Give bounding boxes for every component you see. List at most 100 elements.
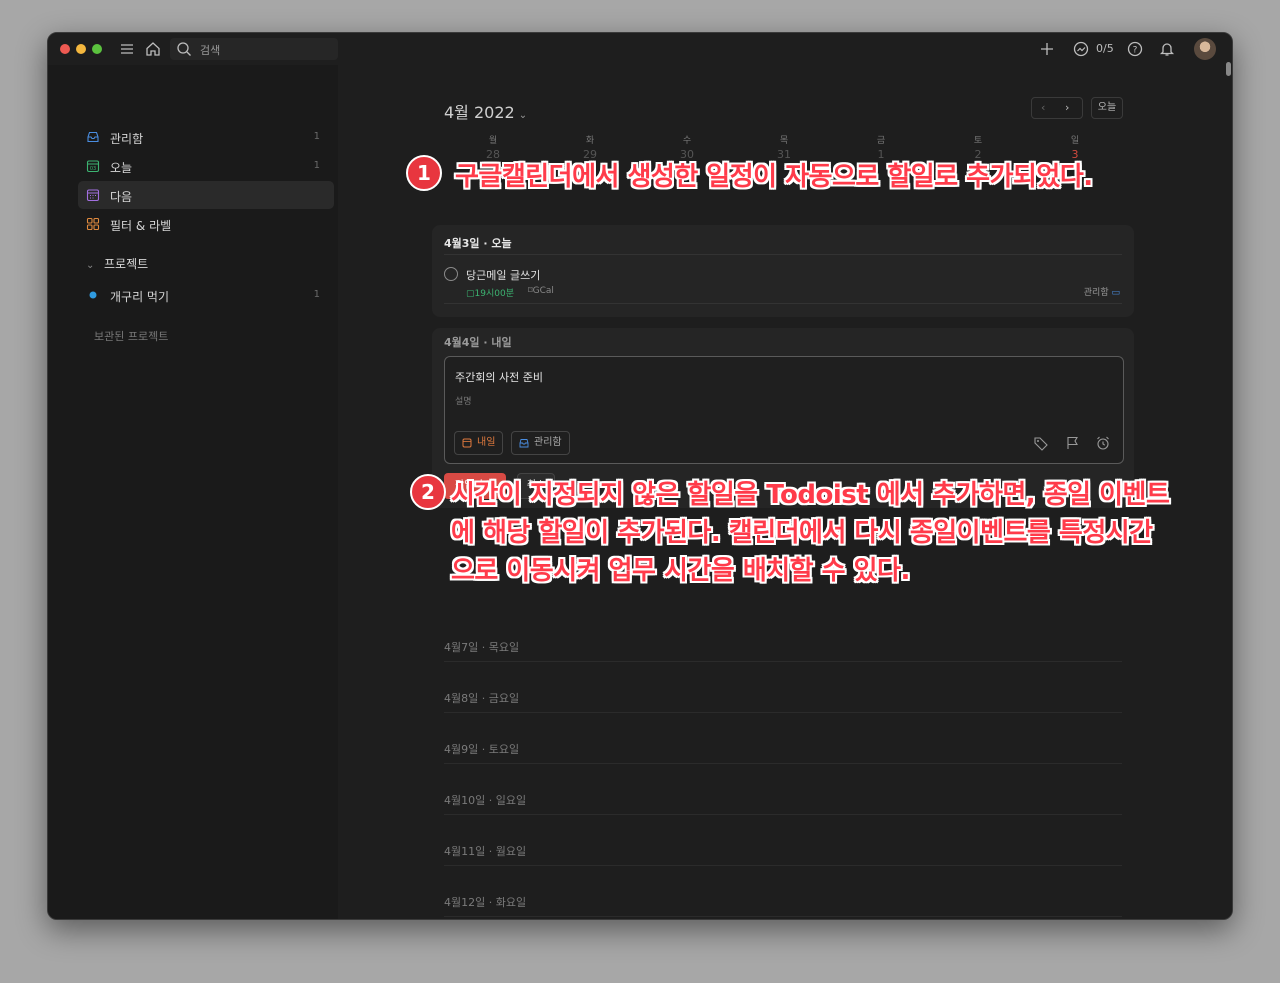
- task-project[interactable]: 관리함 ▭: [1084, 285, 1120, 298]
- task-divider: [444, 303, 1122, 304]
- inbox-icon: ▭: [1111, 288, 1120, 298]
- day-row[interactable]: 4월8일 · 금요일: [444, 687, 1122, 713]
- weekday-label: 금: [876, 136, 886, 146]
- day-row-title: 4월12일 · 화요일: [444, 896, 527, 909]
- sidebar-item-filters-labels[interactable]: 필터 & 라벨: [78, 210, 334, 238]
- search-icon: [177, 42, 191, 56]
- day-row-title: 4월9일 · 토요일: [444, 743, 520, 756]
- day-row-title: 4월11일 · 월요일: [444, 845, 527, 858]
- day-row[interactable]: 4월12일 · 화요일: [444, 891, 1122, 917]
- day-row[interactable]: 4월9일 · 토요일: [444, 738, 1122, 764]
- task-due-time[interactable]: ▢19시00분: [466, 286, 514, 299]
- day-row[interactable]: 4월11일 · 월요일: [444, 840, 1122, 866]
- svg-text:03: 03: [90, 166, 96, 172]
- reminder-alarm-icon[interactable]: [1095, 435, 1111, 451]
- bell-icon[interactable]: [1158, 40, 1176, 58]
- weekday-label: 화: [585, 136, 595, 146]
- day-row-title: 4월7일 · 목요일: [444, 641, 520, 654]
- inbox-icon: [87, 131, 99, 143]
- search-input[interactable]: 검색: [170, 38, 338, 60]
- sidebar-item-label: 다음: [110, 190, 133, 204]
- sidebar-item-label: 필터 & 라벨: [110, 219, 172, 233]
- sidebar: 관리함 1 03 오늘 1 다음 필터 & 라벨 ⌄ 프로젝트 개구리 먹기 1 …: [48, 65, 338, 919]
- task-checkbox[interactable]: [444, 267, 458, 281]
- annotation-text-2-line-3: 으로 이동시켜 업무 시간을 배치할 수 있다.: [451, 556, 910, 586]
- chevron-down-icon[interactable]: ⌄: [86, 260, 96, 271]
- annotation-text-1: 구글캘린더에서 생성한 일정이 자동으로 할일로 추가되었다.: [455, 162, 1093, 192]
- annotation-text-2-line-2: 에 해당 할일이 추가된다. 캘린더에서 다시 종일이벤트를 특정시간: [451, 518, 1153, 548]
- day-row[interactable]: 4월10일 · 일요일: [444, 789, 1122, 815]
- section-title: 4월4일 · 내일: [444, 336, 512, 349]
- task-project-label: 관리함: [1083, 288, 1109, 298]
- annotation-badge-2: 2: [410, 474, 446, 510]
- upcoming-icon: [86, 189, 100, 202]
- sidebar-item-count: 1: [313, 160, 320, 171]
- sidebar-item-label: 개구리 먹기: [110, 290, 170, 304]
- chevron-down-icon: ⌄: [518, 110, 528, 121]
- today-icon: 03: [86, 160, 100, 173]
- task-due-time-label: 19시00분: [474, 289, 514, 299]
- day-section-today: 4월3일 · 오늘 당근메일 글쓰기 ▢19시00분 ⌑GCal 관리함 ▭: [432, 225, 1134, 317]
- sidebar-item-label: 관리함: [110, 132, 144, 146]
- task-description-input[interactable]: 설명: [455, 394, 472, 407]
- task-name[interactable]: 당근메일 글쓰기: [466, 267, 540, 283]
- project-chip[interactable]: 관리함: [511, 431, 570, 455]
- month-label: 4월 2022: [444, 103, 515, 122]
- weekday-label: 목: [779, 136, 789, 146]
- calendar-icon: [462, 438, 472, 448]
- projects-header[interactable]: ⌄ 프로젝트: [86, 255, 148, 272]
- svg-text:?: ?: [1133, 46, 1138, 56]
- filters-icon: [86, 217, 100, 231]
- label-icon[interactable]: [1033, 435, 1049, 451]
- project-chip-label: 관리함: [534, 437, 562, 448]
- task-label-text: GCal: [532, 286, 554, 296]
- zoom-window-button[interactable]: [92, 44, 102, 54]
- close-window-button[interactable]: [60, 44, 70, 54]
- week-navigation: ‹ ›: [1031, 97, 1083, 119]
- chevron-left-icon[interactable]: ‹: [1041, 101, 1045, 114]
- sidebar-item-today[interactable]: 03 오늘 1: [78, 152, 334, 180]
- productivity-icon[interactable]: [1072, 40, 1090, 58]
- project-color-dot-icon: [89, 291, 97, 299]
- day-row-title: 4월8일 · 금요일: [444, 692, 520, 705]
- chevron-right-icon[interactable]: ›: [1065, 101, 1069, 114]
- weekday-label: 토: [973, 136, 983, 146]
- annotation-badge-1: 1: [406, 155, 442, 191]
- due-date-chip[interactable]: 내일: [454, 431, 504, 455]
- due-date-chip-label: 내일: [477, 437, 496, 448]
- avatar[interactable]: [1194, 38, 1216, 60]
- sidebar-item-label: 오늘: [110, 161, 133, 175]
- sidebar-item-count: 1: [313, 289, 320, 300]
- task-label[interactable]: ⌑GCal: [528, 286, 554, 296]
- weekday-label: 일: [1070, 136, 1080, 146]
- task-title-input[interactable]: 주간회의 사전 준비: [455, 369, 543, 385]
- projects-header-label: 프로젝트: [104, 257, 149, 271]
- menu-icon[interactable]: [118, 40, 136, 58]
- weekday-label: 수: [682, 136, 692, 146]
- today-button[interactable]: 오늘: [1091, 97, 1123, 119]
- calendar-icon: ▢: [466, 289, 475, 299]
- section-divider: [444, 254, 1122, 255]
- help-icon[interactable]: ?: [1126, 40, 1144, 58]
- home-icon[interactable]: [144, 40, 162, 58]
- task-editor: 주간회의 사전 준비 설명 내일 관리함: [444, 356, 1124, 464]
- archived-projects-link[interactable]: 보관된 프로젝트: [94, 328, 168, 344]
- top-bar: 검색 0/5 ?: [48, 33, 1232, 65]
- sidebar-item-inbox[interactable]: 관리함 1: [78, 123, 334, 151]
- sidebar-item-project[interactable]: 개구리 먹기 1: [78, 281, 334, 309]
- karma-count[interactable]: 0/5: [1096, 42, 1114, 55]
- priority-flag-icon[interactable]: [1065, 435, 1081, 451]
- scrollbar[interactable]: [1226, 62, 1231, 76]
- day-row-title: 4월10일 · 일요일: [444, 794, 527, 807]
- minimize-window-button[interactable]: [76, 44, 86, 54]
- sidebar-item-upcoming[interactable]: 다음: [78, 181, 334, 209]
- sidebar-item-count: 1: [313, 131, 320, 142]
- month-picker[interactable]: 4월 2022 ⌄: [444, 99, 527, 123]
- weekday-label: 월: [488, 136, 498, 146]
- section-title: 4월3일 · 오늘: [444, 237, 512, 250]
- search-placeholder: 검색: [200, 44, 221, 57]
- day-row[interactable]: 4월7일 · 목요일: [444, 636, 1122, 662]
- inbox-icon: [519, 439, 529, 448]
- annotation-text-2-line-1: 시간이 지정되지 않은 할일을 Todoist 에서 추가하면, 종일 이벤트: [451, 480, 1170, 510]
- add-task-icon[interactable]: [1038, 40, 1056, 58]
